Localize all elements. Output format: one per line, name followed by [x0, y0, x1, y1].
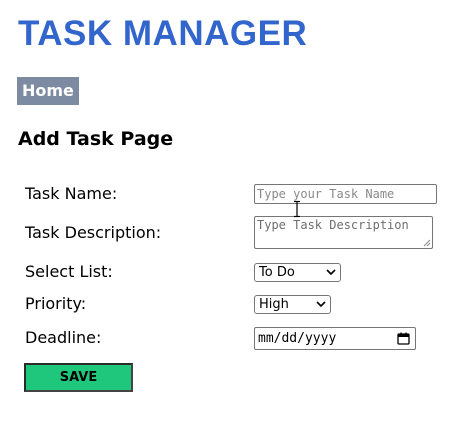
- deadline-label: Deadline:: [25, 328, 102, 347]
- task-name-label: Task Name:: [25, 184, 118, 203]
- priority-dropdown[interactable]: High: [254, 295, 331, 314]
- select-list-value: To Do: [259, 265, 295, 280]
- add-task-page: TASK MANAGER Home Add Task Page Task Nam…: [0, 0, 471, 438]
- chevron-down-icon: [326, 269, 336, 276]
- select-list-dropdown[interactable]: To Do: [254, 263, 341, 282]
- priority-value: High: [259, 297, 289, 312]
- main-nav: Home: [17, 77, 79, 105]
- task-description-label: Task Description:: [25, 223, 162, 242]
- select-list-label: Select List:: [25, 262, 113, 281]
- task-description-textarea[interactable]: [254, 216, 433, 249]
- page-heading: Add Task Page: [18, 128, 174, 150]
- deadline-date-input[interactable]: mm/dd/yyyy: [254, 327, 416, 350]
- task-name-input[interactable]: [254, 184, 437, 204]
- calendar-icon[interactable]: [397, 332, 410, 345]
- nav-home-link[interactable]: Home: [17, 77, 79, 105]
- chevron-down-icon: [316, 301, 326, 308]
- save-button[interactable]: SAVE: [24, 363, 133, 392]
- app-title: TASK MANAGER: [18, 14, 308, 53]
- deadline-value: mm/dd/yyyy: [258, 331, 337, 346]
- priority-label: Priority:: [25, 294, 87, 313]
